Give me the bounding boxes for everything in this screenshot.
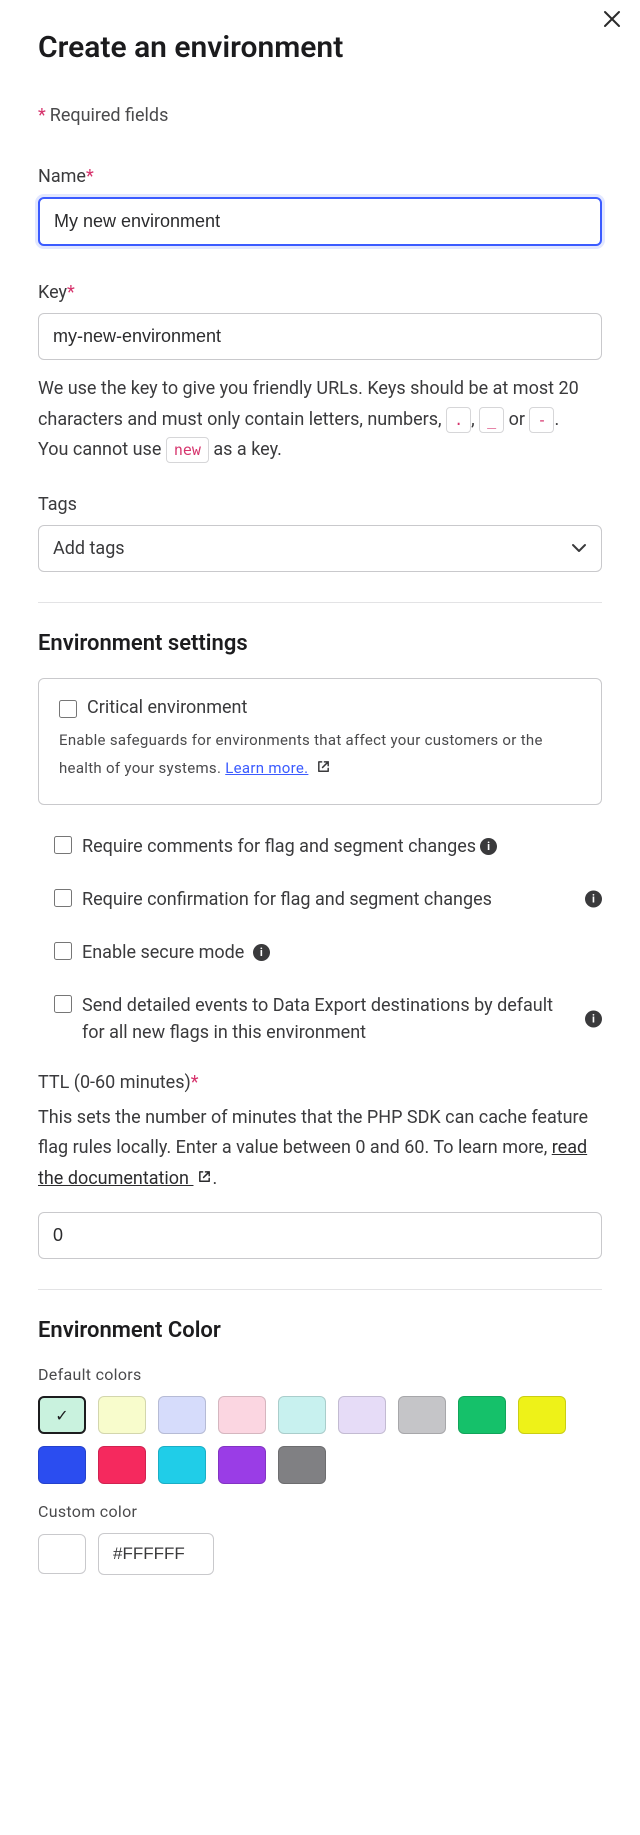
color-swatch-2[interactable]: [158, 1396, 206, 1434]
settings-checkbox-list: Require comments for flag and segment ch…: [38, 833, 602, 1046]
close-button[interactable]: [602, 6, 622, 34]
detailed-events-label: Send detailed events to Data Export dest…: [82, 992, 578, 1046]
info-icon[interactable]: i: [585, 1010, 602, 1027]
color-swatch-8[interactable]: [518, 1396, 566, 1434]
custom-color-label: Custom color: [38, 1502, 602, 1521]
ttl-input[interactable]: [38, 1212, 602, 1259]
page-title: Create an environment: [38, 30, 602, 65]
ttl-field: TTL (0-60 minutes)* This sets the number…: [38, 1072, 602, 1260]
divider: [38, 602, 602, 603]
color-swatch-9[interactable]: [38, 1446, 86, 1484]
name-input[interactable]: [38, 197, 602, 246]
default-colors-label: Default colors: [38, 1365, 602, 1384]
info-icon[interactable]: i: [585, 891, 602, 908]
color-swatch-0[interactable]: ✓: [38, 1396, 86, 1434]
code-chip-new: new: [166, 437, 209, 463]
ttl-description: This sets the number of minutes that the…: [38, 1103, 602, 1195]
color-swatch-6[interactable]: [398, 1396, 446, 1434]
critical-environment-checkbox[interactable]: [59, 700, 77, 718]
color-swatch-10[interactable]: [98, 1446, 146, 1484]
key-help-text: We use the key to give you friendly URLs…: [38, 374, 602, 466]
info-icon[interactable]: i: [480, 838, 497, 855]
custom-color-row: [38, 1533, 602, 1575]
custom-color-hex-input[interactable]: [98, 1533, 214, 1575]
color-swatch-1[interactable]: [98, 1396, 146, 1434]
detailed-events-checkbox[interactable]: [54, 995, 72, 1013]
color-swatch-13[interactable]: [278, 1446, 326, 1484]
name-field: Name*: [38, 166, 602, 246]
color-swatch-grid: ✓: [38, 1396, 602, 1484]
color-swatch-12[interactable]: [218, 1446, 266, 1484]
chevron-down-icon: [571, 540, 587, 556]
require-comments-checkbox[interactable]: [54, 836, 72, 854]
color-swatch-5[interactable]: [338, 1396, 386, 1434]
tags-placeholder: Add tags: [53, 538, 125, 559]
secure-mode-label: Enable secure mode i: [82, 939, 578, 966]
tags-field: Tags Add tags: [38, 494, 602, 572]
secure-mode-checkbox[interactable]: [54, 942, 72, 960]
critical-environment-box: Critical environment Enable safeguards f…: [38, 678, 602, 805]
require-confirmation-checkbox[interactable]: [54, 889, 72, 907]
color-swatch-3[interactable]: [218, 1396, 266, 1434]
color-swatch-4[interactable]: [278, 1396, 326, 1434]
external-link-icon: [316, 755, 331, 784]
info-icon[interactable]: i: [253, 944, 270, 961]
environment-settings-title: Environment settings: [38, 631, 602, 656]
tags-label: Tags: [38, 494, 602, 515]
key-label: Key*: [38, 282, 602, 303]
divider: [38, 1289, 602, 1290]
code-chip-dot: .: [446, 407, 471, 433]
required-star: *: [38, 105, 46, 126]
ttl-label: TTL (0-60 minutes)*: [38, 1072, 602, 1093]
critical-environment-label: Critical environment: [87, 697, 247, 718]
critical-environment-description: Enable safeguards for environments that …: [59, 726, 581, 784]
check-icon: ✓: [55, 1406, 68, 1425]
key-input[interactable]: [38, 313, 602, 360]
critical-learn-more-link[interactable]: Learn more.: [225, 759, 308, 777]
code-chip-dash: -: [529, 407, 554, 433]
require-confirmation-item: Require confirmation for flag and segmen…: [54, 886, 602, 913]
environment-color-title: Environment Color: [38, 1318, 602, 1343]
require-comments-label: Require comments for flag and segment ch…: [82, 833, 578, 860]
custom-color-swatch[interactable]: [38, 1534, 86, 1574]
code-chip-underscore: _: [479, 407, 504, 433]
tags-select[interactable]: Add tags: [38, 525, 602, 572]
secure-mode-item: Enable secure mode i: [54, 939, 602, 966]
close-icon: [602, 9, 622, 29]
required-fields-note: *Required fields: [38, 105, 602, 126]
name-label: Name*: [38, 166, 602, 187]
color-swatch-11[interactable]: [158, 1446, 206, 1484]
external-link-icon: [197, 1164, 212, 1195]
color-swatch-7[interactable]: [458, 1396, 506, 1434]
require-comments-item: Require comments for flag and segment ch…: [54, 833, 602, 860]
detailed-events-item: Send detailed events to Data Export dest…: [54, 992, 602, 1046]
require-confirmation-label: Require confirmation for flag and segmen…: [82, 886, 578, 913]
key-field: Key* We use the key to give you friendly…: [38, 282, 602, 466]
